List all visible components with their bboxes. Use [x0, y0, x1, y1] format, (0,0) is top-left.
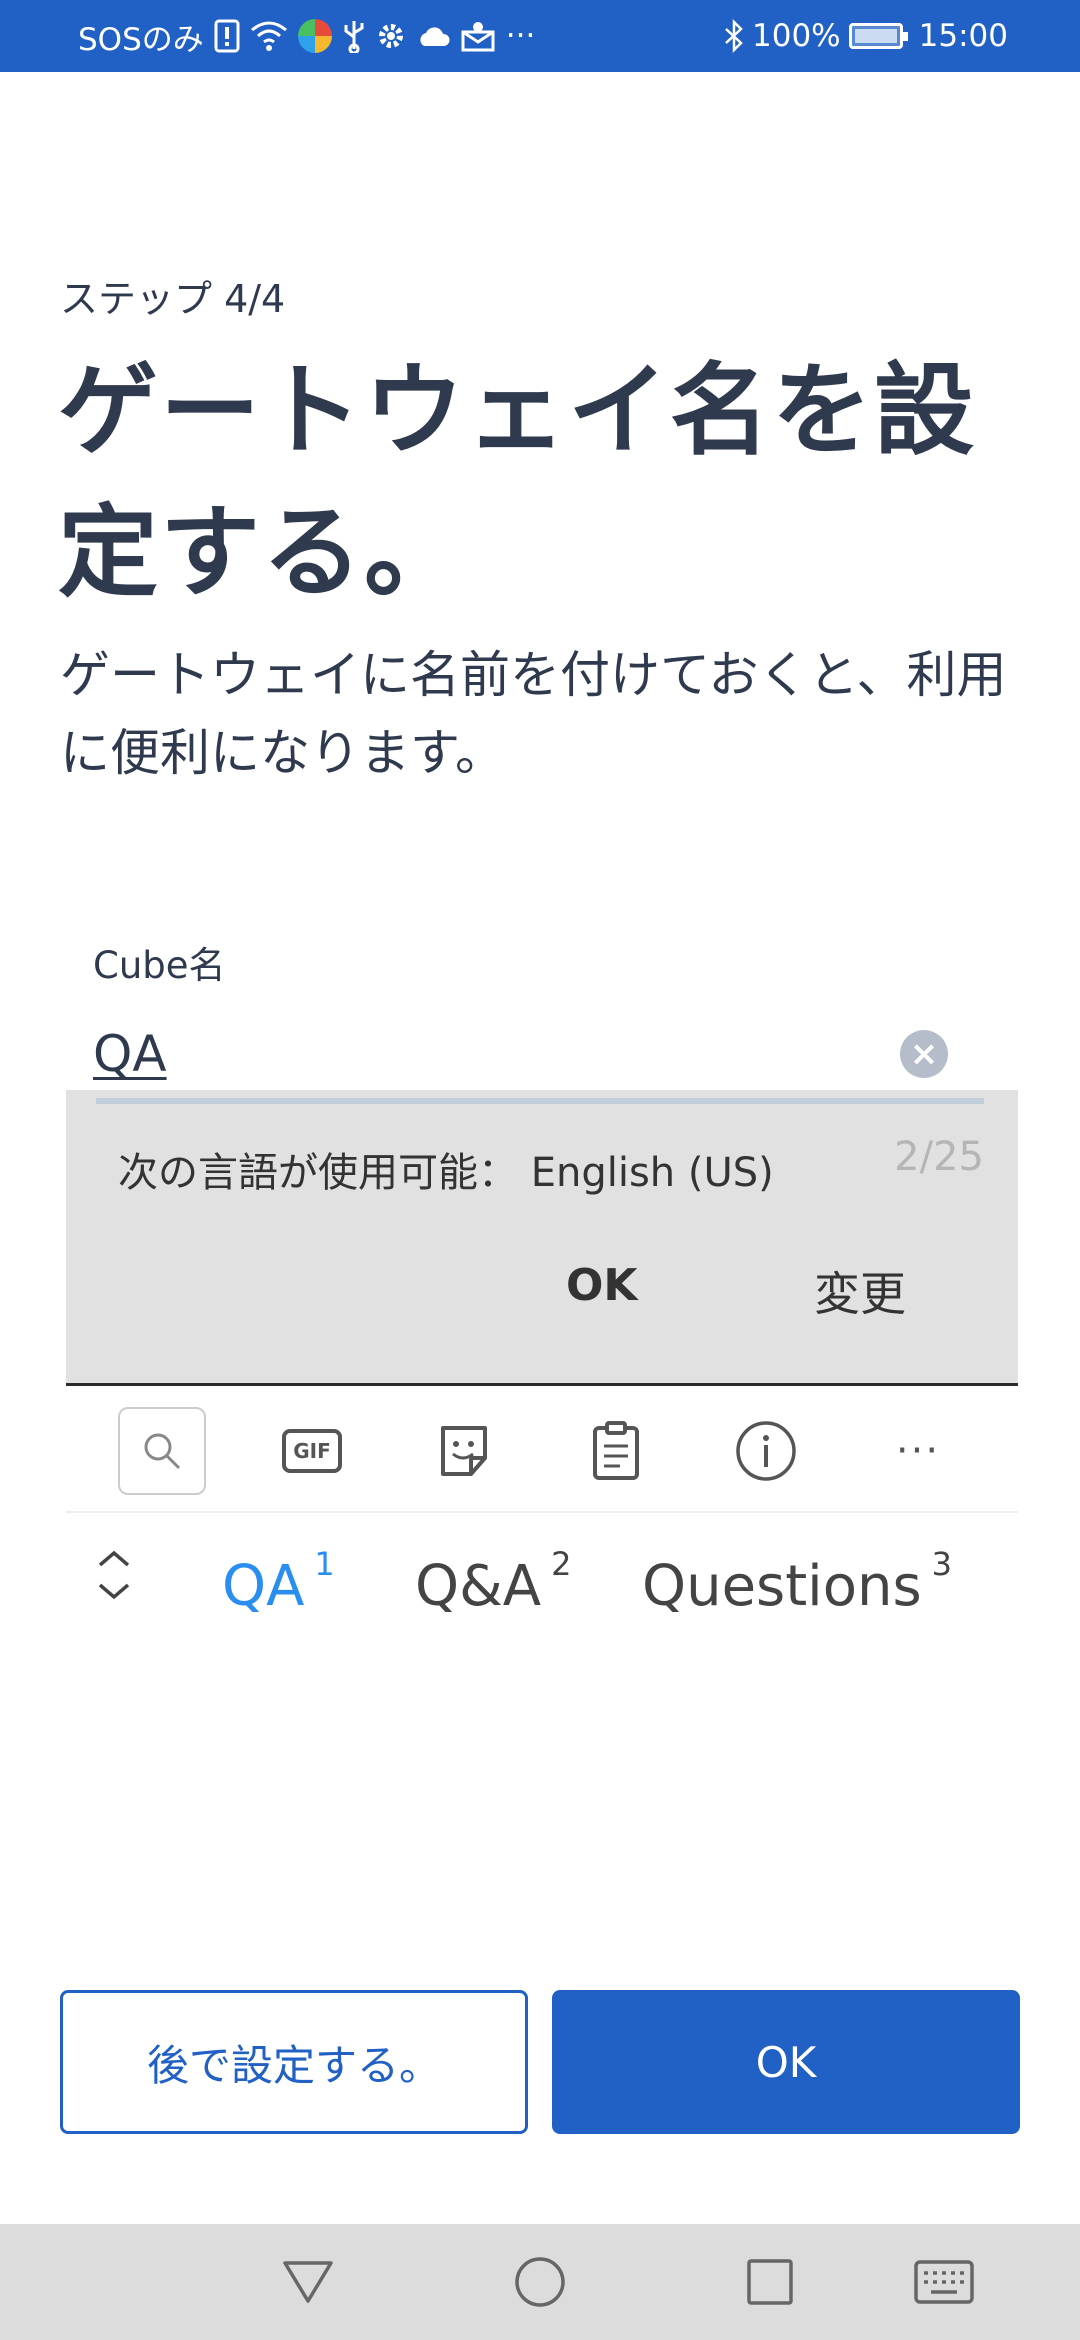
usb-icon [342, 16, 366, 56]
suggestion-item[interactable]: Q&A 2 [415, 1545, 571, 1619]
collapse-chevron-icon [98, 1550, 130, 1600]
home-button[interactable] [508, 2250, 572, 2314]
carrier-label: SOSのみ [78, 21, 204, 58]
language-change-button[interactable]: 変更 [814, 1258, 906, 1324]
info-icon [736, 1421, 796, 1481]
set-later-button[interactable]: 後で設定する。 [60, 1990, 528, 2134]
home-icon [515, 2257, 565, 2307]
gif-button[interactable]: GIF [268, 1407, 356, 1495]
keyboard-toolbar: GIF ··· [66, 1389, 1018, 1513]
page-title: ゲートウェイ名を設定する。 [58, 352, 976, 611]
keyboard-icon [914, 2260, 974, 2304]
page-description: ゲートウェイに名前を付けておくと、利用に便利になります。 [60, 646, 1007, 782]
suggestion-item[interactable]: QA 1 [222, 1545, 335, 1619]
keyboard-search-button[interactable] [118, 1407, 206, 1495]
search-icon [144, 1433, 181, 1470]
info-button[interactable] [722, 1407, 810, 1495]
suggestion-item[interactable]: Questions 3 [642, 1545, 952, 1619]
gif-icon: GIF [282, 1429, 342, 1473]
back-icon [283, 2261, 333, 2303]
cube-name-label: Cube名 [93, 944, 226, 987]
cube-name-input[interactable]: QA [93, 1025, 873, 1091]
battery-icon [848, 16, 908, 56]
sticker-icon [441, 1426, 487, 1476]
bluetooth-icon [724, 16, 744, 56]
language-suggestion-panel: 次の言語が使用可能： English (US) 2/25 OK 変更 [66, 1090, 1018, 1386]
ok-button[interactable]: OK [552, 1990, 1020, 2134]
back-button[interactable] [276, 2250, 340, 2314]
status-bar-right: 100% 15:00 [724, 0, 1008, 72]
close-icon: × [909, 1034, 939, 1074]
suggestion-index: 3 [931, 1545, 953, 1583]
battery-percent: 100% [752, 18, 841, 54]
mail-icon [460, 16, 496, 56]
clipboard-icon [593, 1421, 639, 1480]
recents-icon [747, 2259, 793, 2305]
chrome-icon [297, 16, 332, 56]
language-ok-button[interactable]: OK [566, 1260, 638, 1311]
input-underline [96, 1098, 984, 1104]
sticker-button[interactable] [420, 1407, 508, 1495]
more-icon: ··· [895, 1428, 941, 1474]
suggestion-text: QA [222, 1554, 305, 1619]
wifi-icon [250, 16, 288, 56]
clipboard-button[interactable] [572, 1407, 660, 1495]
character-counter: 2/25 [894, 1134, 984, 1180]
more-options-button[interactable]: ··· [874, 1407, 962, 1495]
suggestion-text: Questions [642, 1554, 922, 1619]
recents-button[interactable] [738, 2250, 802, 2314]
navigation-bar [0, 2224, 1080, 2340]
clock: 15:00 [918, 18, 1008, 54]
cloud-icon [416, 16, 450, 56]
language-message: 次の言語が使用可能： English (US) [118, 1150, 774, 1196]
suggestion-text: Q&A [415, 1554, 542, 1619]
suggestion-bar: QA 1 Q&A 2 Questions 3 [66, 1515, 1018, 1635]
sim-alert-icon [214, 16, 240, 56]
gear-icon [376, 16, 406, 56]
clear-input-button[interactable]: × [900, 1030, 948, 1078]
suggestion-index: 2 [551, 1545, 572, 1583]
more-notifications: ··· [505, 18, 536, 54]
step-indicator: ステップ 4/4 [60, 277, 286, 321]
collapse-suggestions-button[interactable] [94, 1545, 134, 1605]
status-bar-left: SOSのみ ··· [78, 0, 535, 72]
status-bar: SOSのみ ··· 100% 15:00 [0, 0, 1080, 72]
keyboard-switch-button[interactable] [912, 2250, 976, 2314]
suggestion-index: 1 [314, 1545, 335, 1583]
